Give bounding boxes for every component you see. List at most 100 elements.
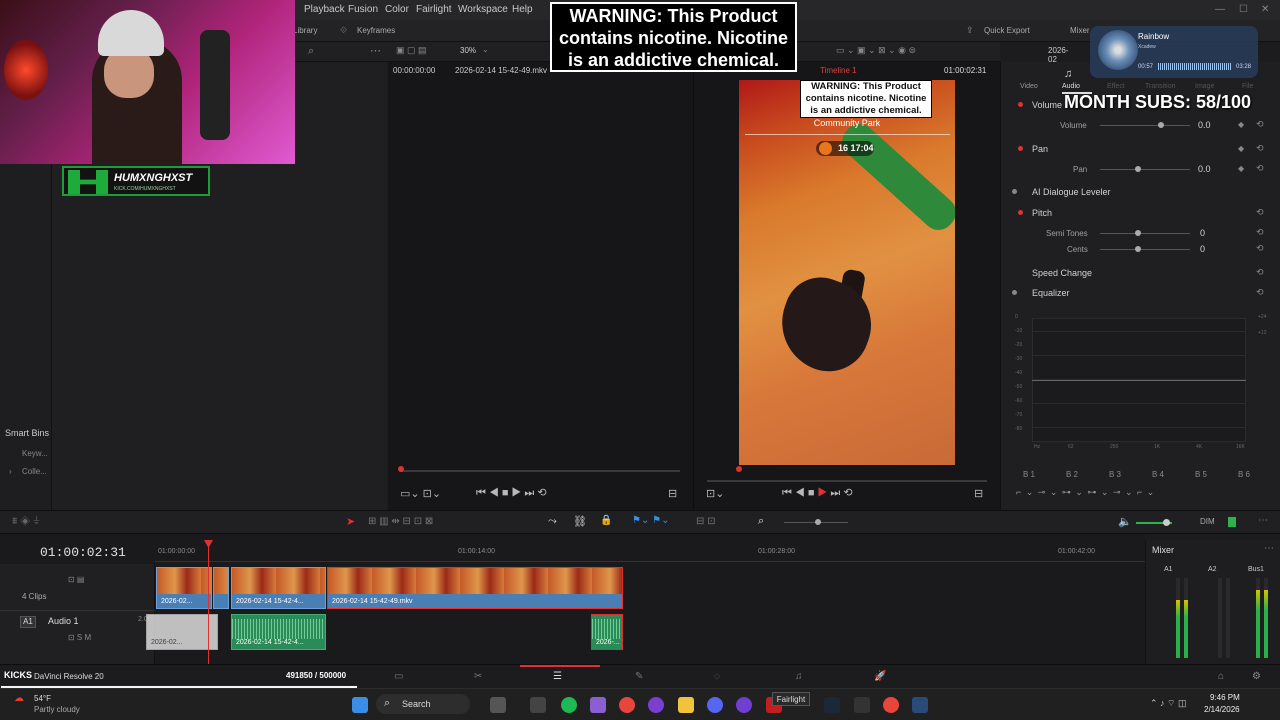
deliver-page-icon[interactable]: 🚀	[874, 671, 886, 682]
ai-leveler-toggle[interactable]	[1012, 189, 1017, 194]
video-clip-selected[interactable]: 2026-02-14 15-42-49.mkv	[327, 567, 623, 609]
timeline-zoom-knob[interactable]	[815, 519, 821, 525]
volume-enable-toggle[interactable]	[1018, 102, 1023, 107]
semitones-value[interactable]: 0	[1200, 228, 1205, 238]
track-view-icons[interactable]: ⊡ ▤	[68, 575, 84, 584]
volume-slider[interactable]	[1100, 125, 1190, 126]
video-clip[interactable]	[213, 567, 229, 609]
source-viewer[interactable]	[388, 62, 694, 510]
semitones-slider-knob[interactable]	[1135, 230, 1141, 236]
more-options-icon[interactable]: ⋯	[1258, 515, 1268, 526]
reset-icon[interactable]: ⟲	[1256, 267, 1264, 278]
menu-playback[interactable]: Playback	[304, 4, 345, 15]
audio-clip[interactable]: 2026-...	[591, 614, 623, 650]
timeline-view-options-icon[interactable]: ⊡⌄	[706, 487, 724, 500]
selection-tool-icon[interactable]: ➤	[346, 515, 355, 528]
app-icon[interactable]	[736, 697, 752, 713]
obs-app-icon[interactable]	[648, 697, 664, 713]
zoom-icons[interactable]: ⊟ ⊡	[696, 516, 716, 527]
tab-file[interactable]: File	[1242, 83, 1253, 90]
lock-icon[interactable]: 🔒	[600, 515, 612, 526]
semitones-slider[interactable]	[1100, 233, 1190, 234]
pan-enable-toggle[interactable]	[1018, 146, 1023, 151]
video-clip[interactable]: 2026-02-14 15-42-4...	[231, 567, 326, 609]
settings-gear-icon[interactable]: ⚙	[1252, 671, 1261, 682]
export-icon[interactable]: ⇪	[966, 25, 974, 36]
timeline-view-options-icon[interactable]: ⩩ ◈ ⏚	[12, 516, 40, 527]
viewer-layout-icon[interactable]: ▣ ▢ ▤	[396, 45, 427, 56]
timeline-scrubber[interactable]	[707, 480, 987, 482]
windows-start-icon[interactable]	[352, 697, 368, 713]
pan-slider[interactable]	[1100, 169, 1190, 170]
app-icon[interactable]	[912, 697, 928, 713]
fairlight-page-icon[interactable]: ♫	[795, 671, 803, 682]
fullscreen-icon[interactable]: ⊟	[974, 487, 983, 500]
cents-slider[interactable]	[1100, 249, 1190, 250]
edit-tools-icons[interactable]: ⊞ ▥ ⇹ ⊟ ⊡ ⊠	[368, 516, 433, 527]
source-playhead[interactable]	[398, 466, 404, 472]
timeline-transport-controls[interactable]: ⏮ ◀ ■ ▶ ⏭ ⟲	[782, 486, 853, 500]
tab-image[interactable]: Image	[1195, 83, 1214, 90]
music-app-icon[interactable]	[590, 697, 606, 713]
keywords-bin[interactable]: Keyw...	[22, 449, 48, 458]
cut-page-icon[interactable]: ✂	[474, 671, 482, 682]
taskbar-app-icon[interactable]	[490, 697, 506, 713]
keyframe-icon[interactable]: ◆	[1238, 120, 1244, 129]
eq-band-3[interactable]: B 3	[1109, 470, 1121, 479]
keyframes-button[interactable]: Keyframes	[357, 26, 395, 35]
tab-audio[interactable]: Audio	[1062, 83, 1080, 90]
eq-band-2[interactable]: B 2	[1066, 470, 1078, 479]
audio-track-name[interactable]: Audio 1	[48, 616, 79, 626]
audio-clip[interactable]: 2026-02-14 15-42-4...	[231, 614, 326, 650]
reset-icon[interactable]: ⟲	[1256, 207, 1264, 218]
maximize-icon[interactable]: ☐	[1239, 4, 1248, 15]
speed-change-title[interactable]: Speed Change	[1032, 268, 1092, 278]
app-icon[interactable]	[854, 697, 870, 713]
file-explorer-icon[interactable]	[678, 697, 694, 713]
chevron-right-icon[interactable]: ›	[9, 467, 12, 476]
clock-date[interactable]: 2/14/2026	[1204, 705, 1240, 714]
menu-color[interactable]: Color	[385, 4, 409, 15]
equalizer-curve[interactable]	[1032, 380, 1246, 381]
weather-temp[interactable]: 54°F	[34, 694, 51, 703]
taskbar-search[interactable]: ⌕ Search	[376, 694, 470, 714]
keyframe-icon[interactable]: ◆	[1238, 144, 1244, 153]
timeline-playhead[interactable]	[208, 540, 209, 664]
tab-video[interactable]: Video	[1020, 83, 1038, 90]
eq-filter-type-selectors[interactable]: ⌐ ⌄ ⊸ ⌄ ⊶ ⌄ ⊶ ⌄ ⊸ ⌄ ⌐ ⌄	[1016, 487, 1155, 498]
weather-desc[interactable]: Partly cloudy	[34, 705, 80, 714]
timeline-viewer-playhead[interactable]	[736, 466, 742, 472]
timeline-ruler[interactable]	[155, 540, 1145, 562]
speaker-icon[interactable]: 🔈	[1118, 515, 1132, 528]
source-scrubber[interactable]	[400, 470, 680, 472]
keyframes-icon[interactable]: ⟐	[340, 25, 347, 36]
volume-slider-knob[interactable]	[1158, 122, 1164, 128]
menu-fairlight[interactable]: Fairlight	[416, 4, 452, 15]
discord-icon[interactable]	[707, 697, 723, 713]
menu-help[interactable]: Help	[512, 4, 533, 15]
dim-button[interactable]: DIM	[1200, 517, 1215, 526]
home-icon[interactable]: ⌂	[1218, 671, 1224, 682]
chrome-icon[interactable]	[883, 697, 899, 713]
ai-dialogue-leveler-title[interactable]: AI Dialogue Leveler	[1032, 187, 1111, 197]
equalizer-toggle[interactable]	[1012, 290, 1017, 295]
media-page-icon[interactable]: ▭	[394, 671, 403, 682]
audio-track-id[interactable]: A1	[20, 616, 36, 628]
zoom-dropdown[interactable]: 30%	[460, 46, 476, 55]
audio-tab-icon[interactable]: ♫	[1064, 68, 1072, 80]
task-view-icon[interactable]	[530, 697, 546, 713]
tray-icons[interactable]: ⌃ ♪ ⌔ ◫	[1150, 698, 1187, 709]
reset-icon[interactable]: ⟲	[1256, 243, 1264, 254]
steam-icon[interactable]	[824, 697, 840, 713]
library-button[interactable]: Library	[293, 26, 317, 35]
source-match-frame-icon[interactable]: ⊟	[668, 487, 677, 500]
cents-value[interactable]: 0	[1200, 244, 1205, 254]
fusion-page-icon[interactable]: ✎	[635, 671, 643, 682]
volume-value[interactable]: 0.0	[1198, 120, 1211, 130]
weather-icon[interactable]: ☁	[14, 693, 24, 704]
snapping-icon[interactable]: ⤳	[548, 515, 557, 528]
video-clip[interactable]: 2026-02...	[156, 567, 212, 609]
tab-transition[interactable]: Transition	[1145, 83, 1175, 90]
reset-icon[interactable]: ⟲	[1256, 119, 1264, 130]
reset-icon[interactable]: ⟲	[1256, 143, 1264, 154]
